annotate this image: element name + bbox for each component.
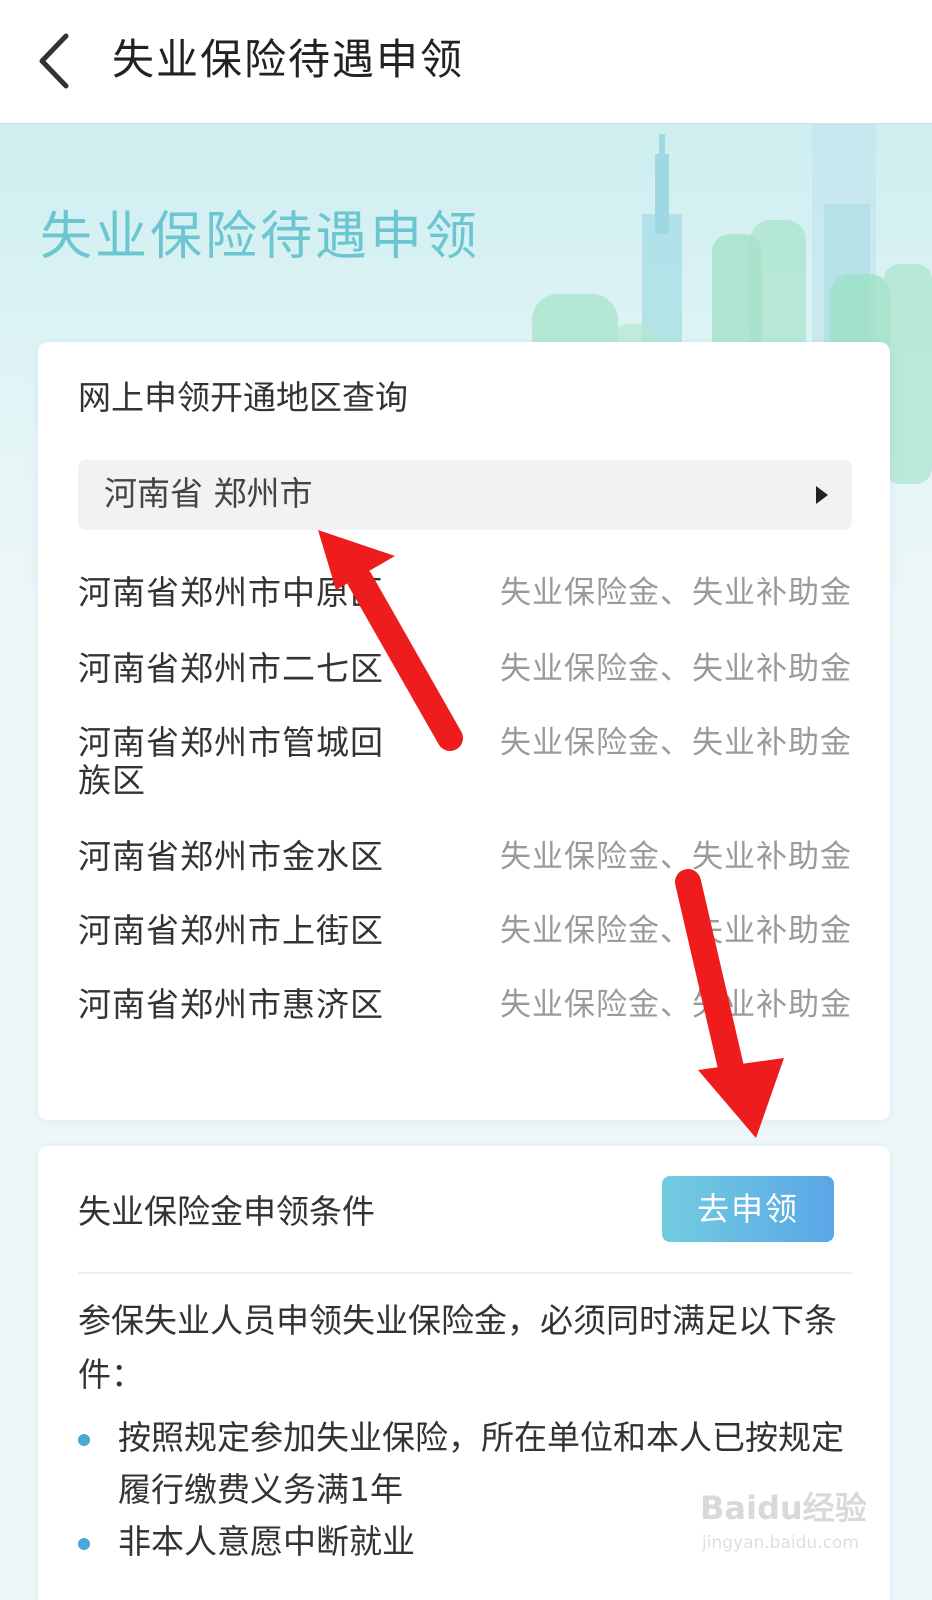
apply-button[interactable]: 去申领 xyxy=(662,1176,834,1242)
back-button[interactable] xyxy=(30,28,90,94)
region-name: 河南省郑州市上街区 xyxy=(78,911,384,950)
conditions-title: 失业保险金申领条件 xyxy=(78,1192,375,1231)
divider xyxy=(78,1272,852,1274)
region-row: 河南省郑州市二七区 失业保险金、失业补助金 xyxy=(78,650,852,688)
region-query-title: 网上申领开通地区查询 xyxy=(78,378,408,417)
region-benefit: 失业保险金、失业补助金 xyxy=(500,913,852,949)
watermark-logo: Baidu经验 xyxy=(700,1489,867,1527)
region-row: 河南省郑州市上街区 失业保险金、失业补助金 xyxy=(78,912,852,950)
region-benefit: 失业保险金、失业补助金 xyxy=(500,575,852,611)
region-row: 河南省郑州市惠济区 失业保险金、失业补助金 xyxy=(78,986,852,1024)
region-selector[interactable]: 河南省 郑州市 xyxy=(78,460,852,530)
top-navigation-bar: 失业保险待遇申领 xyxy=(0,0,932,124)
bullet-icon xyxy=(78,1434,90,1446)
caret-right-icon xyxy=(816,486,828,504)
region-name: 河南省郑州市惠济区 xyxy=(78,985,384,1024)
page-title: 失业保险待遇申领 xyxy=(112,35,465,84)
bullet-icon xyxy=(78,1538,90,1550)
region-selector-value: 河南省 郑州市 xyxy=(104,474,313,513)
watermark-url: jingyan.baidu.com xyxy=(702,1533,859,1553)
region-query-card: 网上申领开通地区查询 河南省 郑州市 河南省郑州市中原区 失业保险金、失业补助金… xyxy=(38,342,890,1120)
condition-text: 非本人意愿中断就业 xyxy=(118,1522,415,1561)
region-benefit: 失业保险金、失业补助金 xyxy=(500,839,852,875)
region-benefit: 失业保险金、失业补助金 xyxy=(500,725,852,761)
chevron-left-icon xyxy=(39,33,69,89)
region-name: 河南省郑州市金水区 xyxy=(78,837,384,876)
conditions-intro: 参保失业人员申领失业保险金，必须同时满足以下条件： xyxy=(78,1301,837,1394)
region-row: 河南省郑州市管城回族区 失业保险金、失业补助金 xyxy=(78,724,852,800)
watermark: Baidu经验 jingyan.baidu.com xyxy=(700,1488,900,1568)
region-row: 河南省郑州市中原区 失业保险金、失业补助金 xyxy=(78,574,852,612)
region-benefit: 失业保险金、失业补助金 xyxy=(500,651,852,687)
region-benefit: 失业保险金、失业补助金 xyxy=(500,987,852,1023)
hero-title: 失业保险待遇申领 xyxy=(40,207,481,267)
region-row: 河南省郑州市金水区 失业保险金、失业补助金 xyxy=(78,838,852,876)
list-scroll-fade xyxy=(38,1040,890,1120)
region-name: 河南省郑州市管城回族区 xyxy=(78,723,384,800)
region-name: 河南省郑州市二七区 xyxy=(78,649,384,688)
region-name: 河南省郑州市中原区 xyxy=(78,573,384,612)
